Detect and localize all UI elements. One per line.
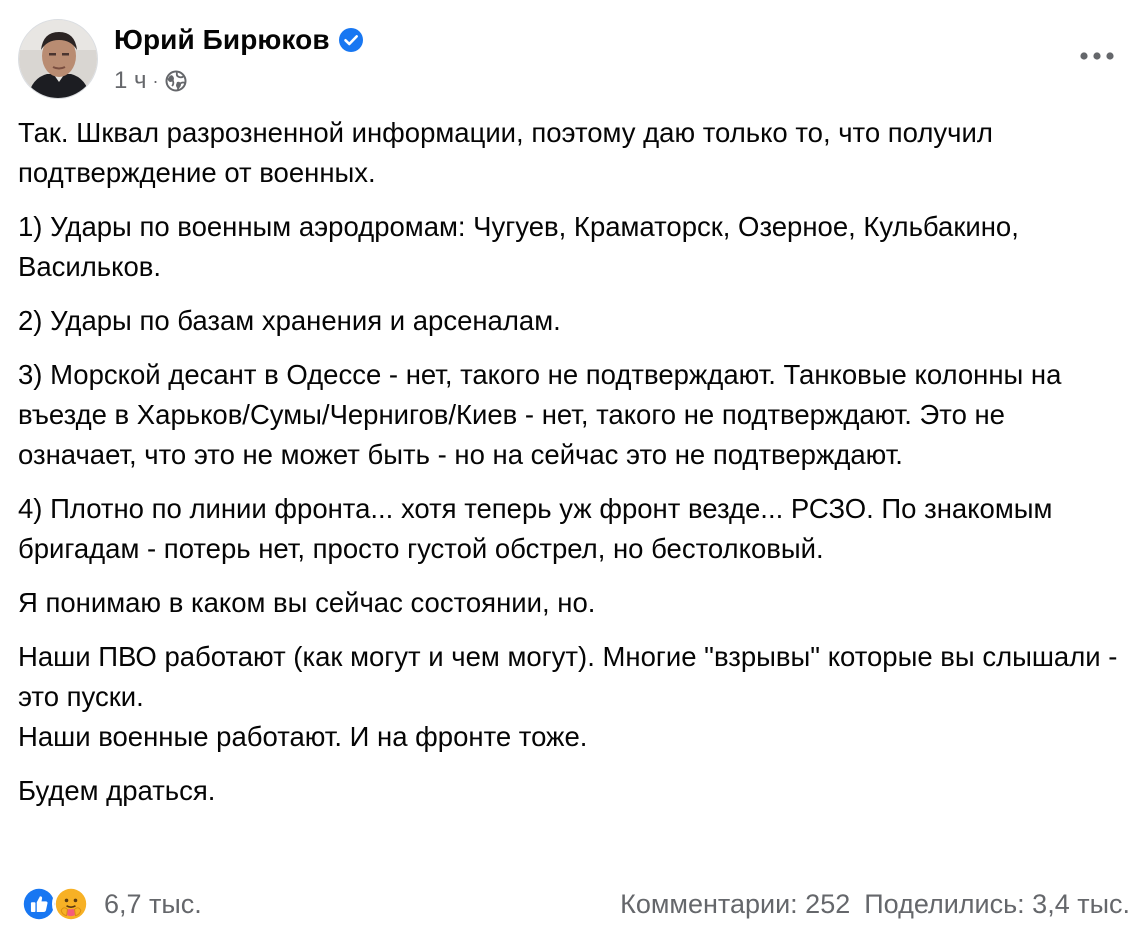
author-row: Юрий Бирюков <box>114 22 364 58</box>
more-options-button[interactable] <box>1074 38 1120 74</box>
verified-badge-icon <box>338 28 363 52</box>
post-footer: 6,7 тыс. Комментарии: 252 Поделились: 3,… <box>0 880 1146 928</box>
more-options-icon <box>1080 52 1114 60</box>
post-paragraph: Будем драться. <box>18 775 216 806</box>
post-paragraph: 2) Удары по базам хранения и арсеналам. <box>18 305 561 336</box>
reactions-summary[interactable]: 6,7 тыс. <box>20 884 202 924</box>
meta-separator: · <box>152 70 159 91</box>
comments-count-link[interactable]: Комментарии: 252 <box>620 889 850 920</box>
avatar[interactable] <box>18 19 98 99</box>
engagement-stats: Комментарии: 252 Поделились: 3,4 тыс. <box>620 884 1130 924</box>
care-reaction-icon <box>52 885 90 923</box>
post-meta: 1 ч · <box>114 64 187 98</box>
reaction-count: 6,7 тыс. <box>104 888 202 919</box>
post-paragraph: 4) Плотно по линии фронта... хотя теперь… <box>18 493 1053 564</box>
post-paragraph: Я понимаю в каком вы сейчас состоянии, н… <box>18 587 596 618</box>
globe-icon[interactable] <box>165 70 187 92</box>
shares-count-link[interactable]: Поделились: 3,4 тыс. <box>864 889 1130 920</box>
author-name[interactable]: Юрий Бирюков <box>114 24 330 56</box>
post-paragraph: 3) Морской десант в Одессе - нет, такого… <box>18 359 1062 470</box>
avatar-photo <box>19 20 97 98</box>
post-paragraph: Так. Шквал разрозненной информации, поэт… <box>18 117 993 188</box>
post-text: Так. Шквал разрозненной информации, поэт… <box>18 113 1130 825</box>
post-paragraph: 1) Удары по военным аэродромам: Чугуев, … <box>18 211 1019 282</box>
post-paragraph: Наши ПВО работают (как могут и чем могут… <box>18 641 1118 752</box>
post-timestamp[interactable]: 1 ч <box>114 67 147 95</box>
post-header: Юрий Бирюков 1 ч · <box>0 0 1146 110</box>
